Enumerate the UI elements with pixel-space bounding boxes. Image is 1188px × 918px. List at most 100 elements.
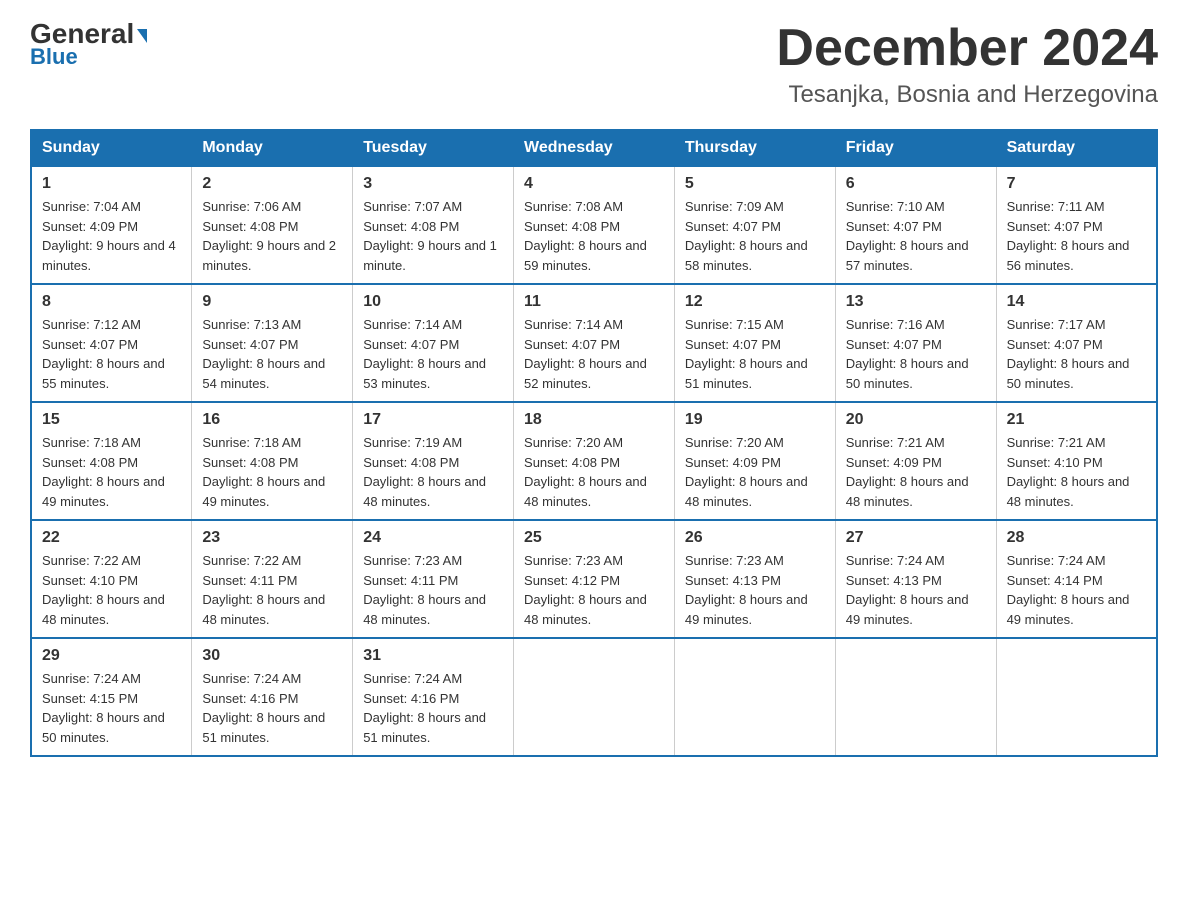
day-number: 11: [524, 293, 664, 311]
day-number: 8: [42, 293, 181, 311]
day-number: 15: [42, 411, 181, 429]
day-number: 22: [42, 529, 181, 547]
day-number: 9: [202, 293, 342, 311]
day-number: 12: [685, 293, 825, 311]
calendar-cell: 21 Sunrise: 7:21 AMSunset: 4:10 PMDaylig…: [996, 402, 1157, 520]
day-info: Sunrise: 7:04 AMSunset: 4:09 PMDaylight:…: [42, 197, 181, 275]
calendar-header-row: SundayMondayTuesdayWednesdayThursdayFrid…: [31, 130, 1157, 166]
day-info: Sunrise: 7:16 AMSunset: 4:07 PMDaylight:…: [846, 315, 986, 393]
day-number: 21: [1007, 411, 1146, 429]
day-number: 28: [1007, 529, 1146, 547]
calendar-cell: 3 Sunrise: 7:07 AMSunset: 4:08 PMDayligh…: [353, 166, 514, 284]
calendar-cell: 24 Sunrise: 7:23 AMSunset: 4:11 PMDaylig…: [353, 520, 514, 638]
day-number: 2: [202, 175, 342, 193]
calendar-cell: [996, 638, 1157, 756]
day-number: 16: [202, 411, 342, 429]
day-info: Sunrise: 7:15 AMSunset: 4:07 PMDaylight:…: [685, 315, 825, 393]
day-number: 5: [685, 175, 825, 193]
calendar-week-row: 15 Sunrise: 7:18 AMSunset: 4:08 PMDaylig…: [31, 402, 1157, 520]
column-header-sunday: Sunday: [31, 130, 192, 166]
day-info: Sunrise: 7:18 AMSunset: 4:08 PMDaylight:…: [42, 433, 181, 511]
day-info: Sunrise: 7:24 AMSunset: 4:16 PMDaylight:…: [202, 669, 342, 747]
calendar-cell: 11 Sunrise: 7:14 AMSunset: 4:07 PMDaylig…: [514, 284, 675, 402]
day-number: 3: [363, 175, 503, 193]
logo: General Blue: [30, 20, 147, 70]
day-number: 6: [846, 175, 986, 193]
day-info: Sunrise: 7:09 AMSunset: 4:07 PMDaylight:…: [685, 197, 825, 275]
day-info: Sunrise: 7:07 AMSunset: 4:08 PMDaylight:…: [363, 197, 503, 275]
calendar-cell: 27 Sunrise: 7:24 AMSunset: 4:13 PMDaylig…: [835, 520, 996, 638]
day-number: 10: [363, 293, 503, 311]
day-number: 19: [685, 411, 825, 429]
day-number: 1: [42, 175, 181, 193]
day-info: Sunrise: 7:06 AMSunset: 4:08 PMDaylight:…: [202, 197, 342, 275]
day-info: Sunrise: 7:12 AMSunset: 4:07 PMDaylight:…: [42, 315, 181, 393]
day-number: 31: [363, 647, 503, 665]
column-header-saturday: Saturday: [996, 130, 1157, 166]
calendar-cell: 28 Sunrise: 7:24 AMSunset: 4:14 PMDaylig…: [996, 520, 1157, 638]
month-title: December 2024: [776, 20, 1158, 77]
calendar-cell: 17 Sunrise: 7:19 AMSunset: 4:08 PMDaylig…: [353, 402, 514, 520]
day-number: 13: [846, 293, 986, 311]
day-number: 17: [363, 411, 503, 429]
calendar-week-row: 22 Sunrise: 7:22 AMSunset: 4:10 PMDaylig…: [31, 520, 1157, 638]
day-number: 18: [524, 411, 664, 429]
calendar-cell: 18 Sunrise: 7:20 AMSunset: 4:08 PMDaylig…: [514, 402, 675, 520]
calendar-cell: 22 Sunrise: 7:22 AMSunset: 4:10 PMDaylig…: [31, 520, 192, 638]
page-header: General Blue December 2024 Tesanjka, Bos…: [30, 20, 1158, 109]
calendar-cell: [835, 638, 996, 756]
calendar-cell: 2 Sunrise: 7:06 AMSunset: 4:08 PMDayligh…: [192, 166, 353, 284]
day-number: 4: [524, 175, 664, 193]
title-block: December 2024 Tesanjka, Bosnia and Herze…: [776, 20, 1158, 109]
calendar-cell: 9 Sunrise: 7:13 AMSunset: 4:07 PMDayligh…: [192, 284, 353, 402]
calendar-week-row: 1 Sunrise: 7:04 AMSunset: 4:09 PMDayligh…: [31, 166, 1157, 284]
calendar-cell: 6 Sunrise: 7:10 AMSunset: 4:07 PMDayligh…: [835, 166, 996, 284]
calendar-cell: 15 Sunrise: 7:18 AMSunset: 4:08 PMDaylig…: [31, 402, 192, 520]
calendar-table: SundayMondayTuesdayWednesdayThursdayFrid…: [30, 129, 1158, 757]
day-number: 23: [202, 529, 342, 547]
day-info: Sunrise: 7:21 AMSunset: 4:10 PMDaylight:…: [1007, 433, 1146, 511]
calendar-cell: 16 Sunrise: 7:18 AMSunset: 4:08 PMDaylig…: [192, 402, 353, 520]
day-info: Sunrise: 7:21 AMSunset: 4:09 PMDaylight:…: [846, 433, 986, 511]
day-info: Sunrise: 7:17 AMSunset: 4:07 PMDaylight:…: [1007, 315, 1146, 393]
column-header-wednesday: Wednesday: [514, 130, 675, 166]
calendar-cell: 25 Sunrise: 7:23 AMSunset: 4:12 PMDaylig…: [514, 520, 675, 638]
day-number: 24: [363, 529, 503, 547]
day-number: 14: [1007, 293, 1146, 311]
calendar-cell: 4 Sunrise: 7:08 AMSunset: 4:08 PMDayligh…: [514, 166, 675, 284]
calendar-cell: [514, 638, 675, 756]
day-number: 7: [1007, 175, 1146, 193]
day-info: Sunrise: 7:20 AMSunset: 4:09 PMDaylight:…: [685, 433, 825, 511]
day-info: Sunrise: 7:24 AMSunset: 4:16 PMDaylight:…: [363, 669, 503, 747]
calendar-week-row: 29 Sunrise: 7:24 AMSunset: 4:15 PMDaylig…: [31, 638, 1157, 756]
calendar-cell: 1 Sunrise: 7:04 AMSunset: 4:09 PMDayligh…: [31, 166, 192, 284]
calendar-cell: 10 Sunrise: 7:14 AMSunset: 4:07 PMDaylig…: [353, 284, 514, 402]
calendar-cell: 14 Sunrise: 7:17 AMSunset: 4:07 PMDaylig…: [996, 284, 1157, 402]
day-info: Sunrise: 7:11 AMSunset: 4:07 PMDaylight:…: [1007, 197, 1146, 275]
column-header-monday: Monday: [192, 130, 353, 166]
calendar-cell: 13 Sunrise: 7:16 AMSunset: 4:07 PMDaylig…: [835, 284, 996, 402]
day-info: Sunrise: 7:14 AMSunset: 4:07 PMDaylight:…: [524, 315, 664, 393]
day-info: Sunrise: 7:18 AMSunset: 4:08 PMDaylight:…: [202, 433, 342, 511]
logo-blue: Blue: [30, 44, 78, 70]
calendar-cell: 7 Sunrise: 7:11 AMSunset: 4:07 PMDayligh…: [996, 166, 1157, 284]
calendar-cell: 31 Sunrise: 7:24 AMSunset: 4:16 PMDaylig…: [353, 638, 514, 756]
column-header-tuesday: Tuesday: [353, 130, 514, 166]
day-info: Sunrise: 7:08 AMSunset: 4:08 PMDaylight:…: [524, 197, 664, 275]
calendar-cell: 26 Sunrise: 7:23 AMSunset: 4:13 PMDaylig…: [674, 520, 835, 638]
calendar-cell: 23 Sunrise: 7:22 AMSunset: 4:11 PMDaylig…: [192, 520, 353, 638]
column-header-friday: Friday: [835, 130, 996, 166]
day-info: Sunrise: 7:24 AMSunset: 4:15 PMDaylight:…: [42, 669, 181, 747]
day-info: Sunrise: 7:14 AMSunset: 4:07 PMDaylight:…: [363, 315, 503, 393]
day-info: Sunrise: 7:22 AMSunset: 4:11 PMDaylight:…: [202, 551, 342, 629]
day-info: Sunrise: 7:19 AMSunset: 4:08 PMDaylight:…: [363, 433, 503, 511]
day-info: Sunrise: 7:24 AMSunset: 4:13 PMDaylight:…: [846, 551, 986, 629]
day-info: Sunrise: 7:10 AMSunset: 4:07 PMDaylight:…: [846, 197, 986, 275]
day-info: Sunrise: 7:23 AMSunset: 4:11 PMDaylight:…: [363, 551, 503, 629]
calendar-cell: 12 Sunrise: 7:15 AMSunset: 4:07 PMDaylig…: [674, 284, 835, 402]
day-number: 20: [846, 411, 986, 429]
day-info: Sunrise: 7:13 AMSunset: 4:07 PMDaylight:…: [202, 315, 342, 393]
calendar-cell: [674, 638, 835, 756]
calendar-week-row: 8 Sunrise: 7:12 AMSunset: 4:07 PMDayligh…: [31, 284, 1157, 402]
day-number: 25: [524, 529, 664, 547]
